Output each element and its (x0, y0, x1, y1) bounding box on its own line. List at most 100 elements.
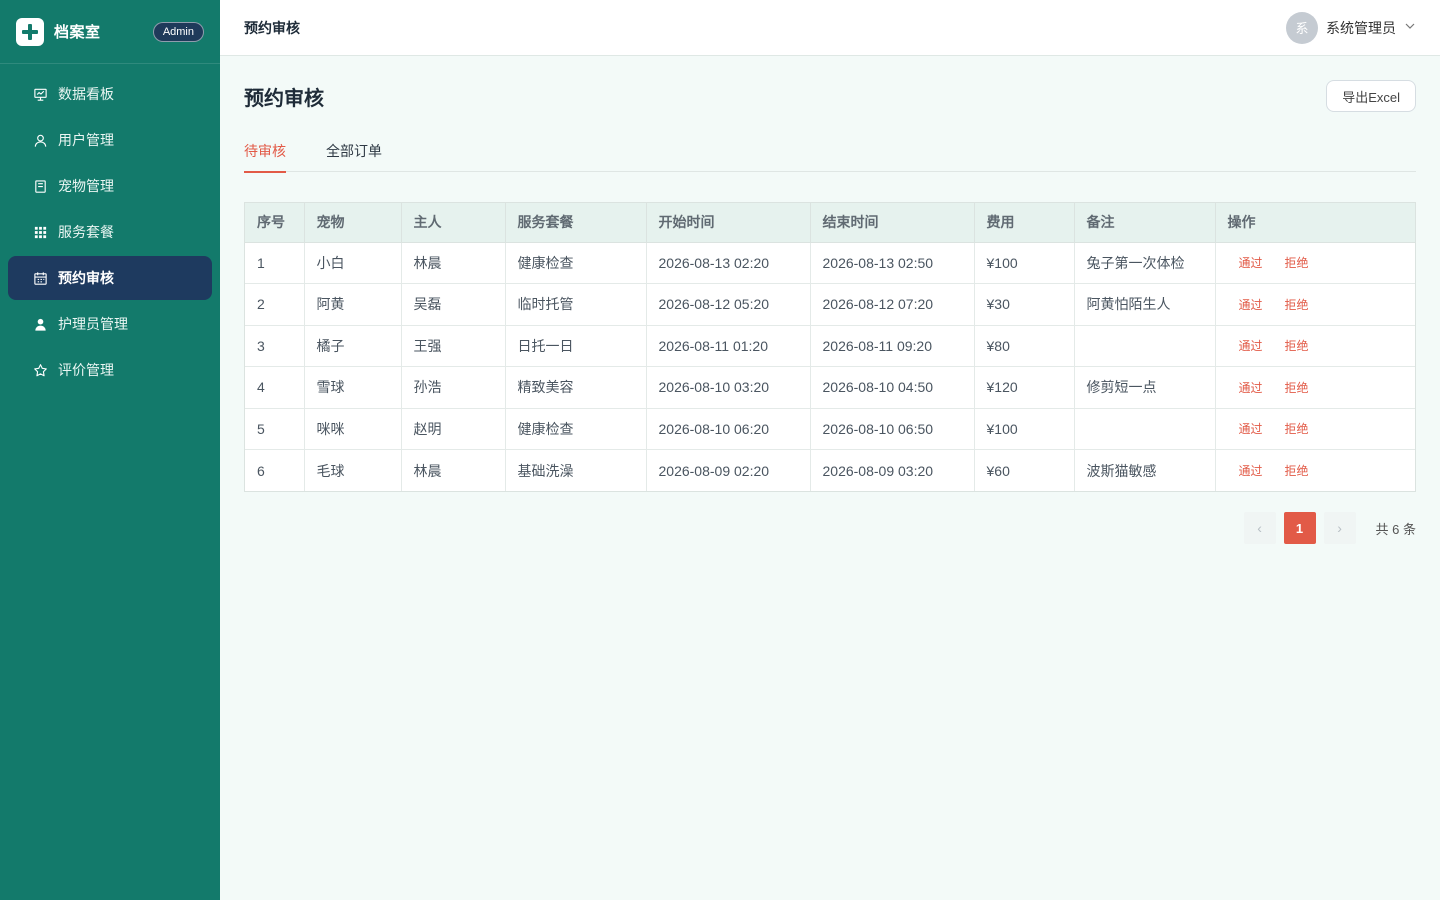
cell-pet: 雪球 (304, 366, 402, 409)
chevron-down-icon[interactable] (1404, 19, 1416, 37)
cell-owner: 孙浩 (401, 366, 506, 409)
cell-service: 日托一日 (505, 325, 647, 367)
reject-button[interactable]: 拒绝 (1285, 298, 1309, 312)
sidebar-menu: 数据看板 用户管理 宠物管理 服务套餐 预约审核 护理员管理 评价管理 (0, 64, 220, 402)
approve-button[interactable]: 通过 (1239, 422, 1263, 436)
cell-no: 3 (245, 325, 305, 367)
sidebar-item-appointments[interactable]: 预约审核 (8, 256, 212, 300)
sidebar: 档案室 Admin 数据看板 用户管理 宠物管理 服务套餐 预约审核 护理员管理… (0, 0, 220, 900)
cell-note: 兔子第一次体检 (1074, 242, 1216, 284)
approve-button[interactable]: 通过 (1239, 256, 1263, 270)
cell-actions: 通过 拒绝 (1215, 283, 1415, 326)
cell-no: 2 (245, 283, 305, 326)
export-excel-button[interactable]: 导出Excel (1326, 80, 1416, 112)
cell-owner: 林晨 (401, 242, 506, 284)
dashboard-icon (32, 86, 48, 102)
sidebar-item-label: 宠物管理 (58, 178, 114, 194)
page-number-current[interactable]: 1 (1283, 512, 1316, 544)
column-header: 结束时间 (810, 203, 975, 243)
cell-service: 健康检查 (505, 242, 647, 284)
cell-owner: 赵明 (401, 408, 506, 450)
plus-logo-icon (16, 17, 44, 46)
brand: 档案室 Admin (0, 0, 220, 64)
main-content: 预约审核 导出Excel 待审核 全部订单 序号 宠物 主人 服务套餐 开始时间… (244, 56, 1416, 544)
approve-button[interactable]: 通过 (1239, 381, 1263, 395)
reject-button[interactable]: 拒绝 (1285, 256, 1309, 270)
sidebar-item-label: 用户管理 (58, 132, 114, 148)
column-header: 宠物 (304, 203, 402, 243)
sidebar-item-pets[interactable]: 宠物管理 (8, 164, 212, 208)
cell-owner: 林晨 (401, 449, 506, 491)
sidebar-item-label: 服务套餐 (58, 224, 114, 240)
cell-end: 2026-08-10 04:50 (810, 366, 975, 409)
cell-owner: 王强 (401, 325, 506, 367)
cell-end: 2026-08-10 06:50 (810, 408, 975, 450)
column-header: 开始时间 (646, 203, 811, 243)
cell-actions: 通过 拒绝 (1215, 450, 1415, 492)
approve-button[interactable]: 通过 (1239, 464, 1263, 478)
column-header: 操作 (1215, 203, 1415, 243)
cell-no: 4 (245, 366, 305, 409)
prev-page-button[interactable]: ‹ (1243, 512, 1276, 544)
cell-actions: 通过 拒绝 (1215, 242, 1415, 284)
cell-fee: ¥60 (974, 449, 1075, 491)
tab-pending[interactable]: 待审核 (244, 136, 286, 173)
next-page-button[interactable]: › (1323, 512, 1356, 544)
cell-fee: ¥100 (974, 408, 1075, 450)
cell-note (1074, 325, 1216, 367)
user-name: 系统管理员 (1326, 19, 1396, 36)
cell-start: 2026-08-13 02:20 (646, 242, 811, 284)
cell-pet: 小白 (304, 242, 402, 284)
cell-owner: 吴磊 (401, 283, 506, 326)
cell-actions: 通过 拒绝 (1215, 408, 1415, 450)
column-header: 序号 (245, 203, 305, 243)
cell-end: 2026-08-11 09:20 (810, 325, 975, 367)
top-header: 预约审核 系 系统管理员 (220, 0, 1440, 56)
cell-note: 修剪短一点 (1074, 366, 1216, 409)
cell-fee: ¥80 (974, 325, 1075, 367)
approve-button[interactable]: 通过 (1239, 298, 1263, 312)
cell-pet: 毛球 (304, 449, 402, 491)
sidebar-item-users[interactable]: 用户管理 (8, 118, 212, 162)
table-row: 1 小白 林晨 健康检查 2026-08-13 02:20 2026-08-13… (245, 242, 1415, 284)
tab-all-orders[interactable]: 全部订单 (326, 136, 382, 172)
sidebar-item-label: 护理员管理 (58, 316, 128, 332)
cell-start: 2026-08-12 05:20 (646, 283, 811, 326)
cell-note: 波斯猫敏感 (1074, 449, 1216, 491)
user-icon (32, 132, 48, 148)
pagination: ‹ 1 › 共 6 条 (244, 512, 1416, 544)
cell-service: 精致美容 (505, 366, 647, 409)
appointment-table: 序号 宠物 主人 服务套餐 开始时间 结束时间 费用 备注 操作 1 小白 林晨… (244, 202, 1416, 492)
reject-button[interactable]: 拒绝 (1285, 381, 1309, 395)
grid-icon (32, 224, 48, 240)
sidebar-item-dashboard[interactable]: 数据看板 (8, 72, 212, 116)
user-menu[interactable]: 系 系统管理员 (1286, 11, 1416, 44)
cell-no: 6 (245, 449, 305, 491)
sidebar-item-label: 评价管理 (58, 362, 114, 378)
cell-pet: 咪咪 (304, 408, 402, 450)
page-header: 预约审核 导出Excel (244, 56, 1416, 136)
reject-button[interactable]: 拒绝 (1285, 464, 1309, 478)
cell-service: 基础洗澡 (505, 449, 647, 491)
cell-start: 2026-08-10 03:20 (646, 366, 811, 409)
caregiver-icon (32, 316, 48, 332)
brand-name: 档案室 (54, 24, 101, 41)
cell-start: 2026-08-10 06:20 (646, 408, 811, 450)
cell-fee: ¥120 (974, 366, 1075, 409)
admin-badge: Admin (152, 21, 204, 42)
cell-no: 1 (245, 242, 305, 284)
reject-button[interactable]: 拒绝 (1285, 422, 1309, 436)
avatar: 系 (1286, 11, 1318, 44)
sidebar-item-reviews[interactable]: 评价管理 (8, 348, 212, 392)
sidebar-item-caregivers[interactable]: 护理员管理 (8, 302, 212, 346)
table-header-row: 序号 宠物 主人 服务套餐 开始时间 结束时间 费用 备注 操作 (245, 203, 1415, 243)
sidebar-item-services[interactable]: 服务套餐 (8, 210, 212, 254)
header-title: 预约审核 (244, 19, 300, 36)
table-row: 5 咪咪 赵明 健康检查 2026-08-10 06:20 2026-08-10… (245, 408, 1415, 450)
approve-button[interactable]: 通过 (1239, 339, 1263, 353)
cell-service: 健康检查 (505, 408, 647, 450)
cell-end: 2026-08-13 02:50 (810, 242, 975, 284)
cell-start: 2026-08-11 01:20 (646, 325, 811, 367)
table-row: 2 阿黄 吴磊 临时托管 2026-08-12 05:20 2026-08-12… (245, 283, 1415, 326)
reject-button[interactable]: 拒绝 (1285, 339, 1309, 353)
